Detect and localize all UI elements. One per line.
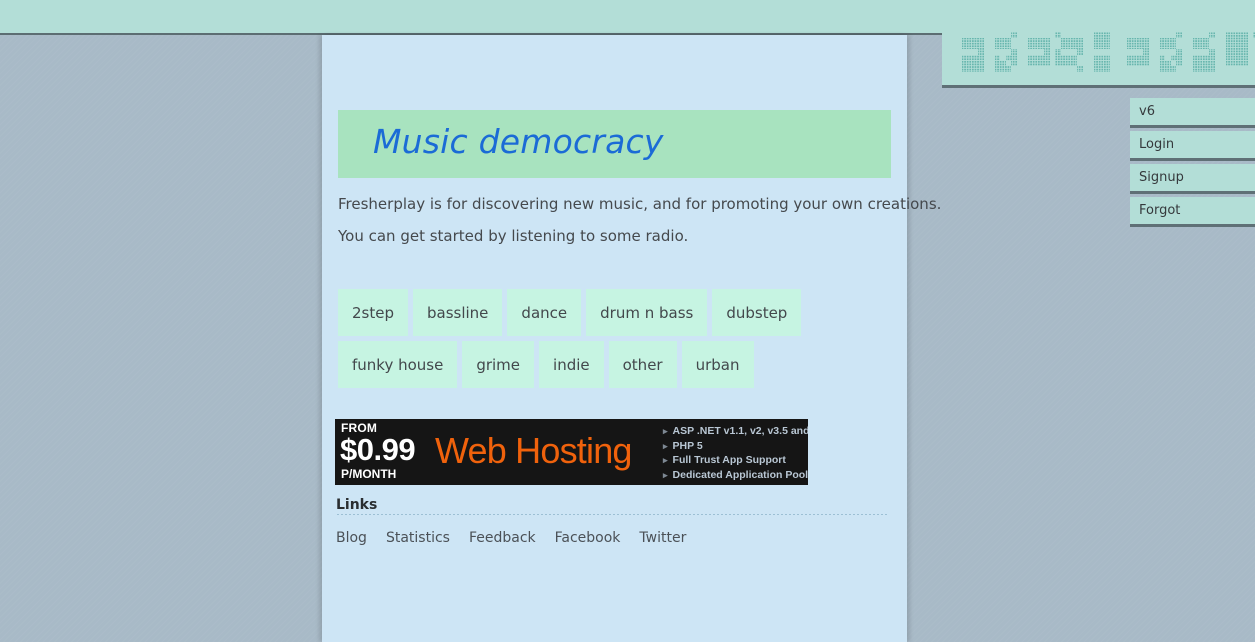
- ad-headline: Web Hosting: [435, 430, 632, 471]
- intro-line-1: Fresherplay is for discovering new music…: [338, 195, 942, 213]
- bullet-arrow-icon: ▸: [663, 469, 668, 480]
- ad-feature-item: ▸ PHP 5: [663, 439, 808, 454]
- logo-letter-r: [989, 32, 1017, 72]
- account-nav: v6 Login Signup Forgot: [1130, 98, 1255, 230]
- logo-letter-r: [1154, 32, 1182, 72]
- ad-feature-label: Full Trust App Support: [672, 454, 786, 467]
- bullet-arrow-icon: ▸: [663, 440, 668, 451]
- genre-tag-list: 2step bassline dance drum n bass dubstep funk…: [338, 289, 898, 388]
- genre-tag[interactable]: dance: [507, 289, 582, 336]
- genre-tag[interactable]: funky house: [338, 341, 458, 388]
- ad-feature-label: ASP .NET v1.1, v2, v3.5 and v4: [672, 425, 808, 437]
- links-heading: Links: [336, 497, 378, 513]
- genre-tag[interactable]: drum n bass: [586, 289, 708, 336]
- footer-link-statistics[interactable]: Statistics: [386, 530, 450, 546]
- ad-period: P/MONTH: [341, 467, 397, 481]
- ad-feature-label: PHP 5: [672, 439, 703, 452]
- hero-banner: Music democracy: [338, 110, 891, 178]
- logo-letter-s: [1055, 32, 1083, 72]
- links-divider: [336, 513, 889, 515]
- site-logo[interactable]: [956, 32, 1255, 72]
- intro-line-2: You can get started by listening to some…: [338, 227, 689, 245]
- footer-links: Blog Statistics Feedback Facebook Twitter: [336, 530, 686, 546]
- logo-letter-l: [1220, 32, 1248, 72]
- nav-item-signup[interactable]: Signup: [1130, 164, 1255, 194]
- logo-letter-f: [956, 32, 984, 72]
- logo-letter-p: [1187, 32, 1215, 72]
- genre-tag[interactable]: bassline: [413, 289, 503, 336]
- genre-tag[interactable]: other: [608, 341, 677, 388]
- site-logo-box[interactable]: [942, 0, 1255, 88]
- ad-feature-item: ▸ Dedicated Application Pools: [663, 468, 808, 483]
- page-title: Music democracy: [373, 122, 664, 161]
- footer-link-blog[interactable]: Blog: [336, 530, 367, 546]
- web-hosting-ad-banner[interactable]: FROM $0.99 P/MONTH Web Hosting ▸ ASP .NET…: [335, 419, 808, 485]
- ad-feature-list: ▸ ASP .NET v1.1, v2, v3.5 and v4 ▸ PHP 5 ▸ Fu…: [663, 424, 808, 482]
- ad-price: $0.99: [340, 432, 416, 467]
- genre-tag[interactable]: urban: [681, 341, 754, 388]
- genre-tag[interactable]: 2step: [338, 289, 408, 336]
- ad-feature-label: Dedicated Application Pools: [672, 468, 808, 481]
- nav-item-login[interactable]: Login: [1130, 131, 1255, 161]
- bullet-arrow-icon: ▸: [663, 426, 668, 436]
- footer-link-twitter[interactable]: Twitter: [639, 530, 686, 546]
- genre-tag[interactable]: grime: [462, 341, 535, 388]
- genre-tag[interactable]: indie: [539, 341, 604, 388]
- logo-letter-h: [1088, 32, 1116, 72]
- nav-item-forgot[interactable]: Forgot: [1130, 197, 1255, 227]
- genre-tag[interactable]: dubstep: [712, 289, 802, 336]
- ad-feature-item: ▸ ASP .NET v1.1, v2, v3.5 and v4: [663, 424, 808, 439]
- logo-letter-e: [1121, 32, 1149, 72]
- bullet-arrow-icon: ▸: [663, 455, 668, 466]
- nav-item-v6[interactable]: v6: [1130, 98, 1255, 128]
- footer-link-facebook[interactable]: Facebook: [555, 530, 621, 546]
- footer-link-feedback[interactable]: Feedback: [469, 530, 536, 546]
- ad-feature-item: ▸ Full Trust App Support: [663, 453, 808, 468]
- logo-letter-e: [1022, 32, 1050, 72]
